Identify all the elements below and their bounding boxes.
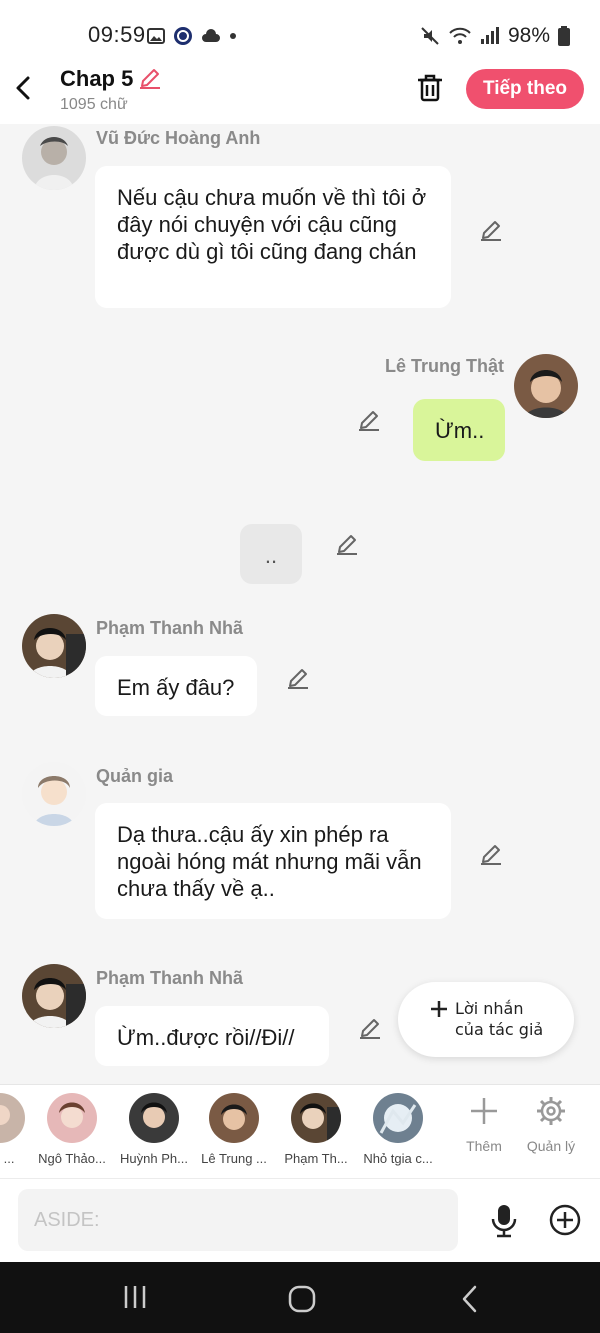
edit-message-icon[interactable] xyxy=(357,408,381,432)
plus-icon xyxy=(471,1098,497,1124)
character-item[interactable]: Nhỏ tgia c... xyxy=(358,1093,438,1166)
avatar-le-trung-that[interactable] xyxy=(514,354,578,418)
message-bubble[interactable]: Ừm..được rồi//Đi// xyxy=(95,1006,329,1066)
add-character-button[interactable]: Thêm xyxy=(449,1095,519,1154)
author-note-label-line2: của tác giả xyxy=(455,1020,544,1039)
avatar-quan-gia[interactable] xyxy=(22,762,86,826)
avatar-pham-thanh-nha[interactable] xyxy=(22,964,86,1028)
narration-bubble[interactable]: .. xyxy=(240,524,302,584)
recent-apps-icon[interactable] xyxy=(122,1284,148,1310)
author-note-label-line1: Lời nhắn xyxy=(455,999,524,1018)
home-icon[interactable] xyxy=(287,1284,317,1314)
character-avatar xyxy=(373,1093,423,1143)
plus-icon xyxy=(431,1001,447,1017)
sender-name: Vũ Đức Hoàng Anh xyxy=(96,128,261,148)
add-character-label: Thêm xyxy=(466,1138,502,1154)
trash-icon[interactable] xyxy=(416,72,444,102)
gallery-icon xyxy=(147,28,165,44)
back-arrow-icon[interactable] xyxy=(12,72,36,104)
author-note-button[interactable]: Lời nhắn của tác giả xyxy=(398,982,574,1057)
character-item[interactable]: Phạm Th... xyxy=(276,1093,356,1166)
character-name: Ngô Thảo... xyxy=(38,1151,106,1166)
status-notification-icons xyxy=(147,26,237,46)
avatar-pham-thanh-nha[interactable] xyxy=(22,614,86,678)
sender-name: Phạm Thanh Nhã xyxy=(96,618,244,638)
chat-area[interactable]: Vũ Đức Hoàng Anh Nếu cậu chưa muốn về th… xyxy=(0,124,600,1084)
cloud-icon xyxy=(202,29,220,42)
sender-name: Phạm Thanh Nhã xyxy=(96,968,244,988)
character-avatar xyxy=(291,1093,341,1143)
wifi-icon xyxy=(449,27,471,44)
edit-message-icon[interactable] xyxy=(358,1016,382,1040)
character-avatar xyxy=(0,1093,25,1143)
mute-icon xyxy=(421,27,439,45)
message-bubble[interactable]: Nếu cậu chưa muốn về thì tôi ở đây nói c… xyxy=(95,166,451,308)
system-navigation-bar xyxy=(0,1262,600,1333)
character-name: Nhỏ tgia c... xyxy=(363,1151,433,1166)
edit-message-icon[interactable] xyxy=(286,666,310,690)
message-input-area xyxy=(0,1178,600,1262)
character-item[interactable]: Ngô Thảo... xyxy=(32,1093,112,1166)
dot-icon xyxy=(230,33,236,39)
manage-characters-label: Quản lý xyxy=(526,1138,576,1154)
chapter-header: Chap 5 1095 chữ Tiếp theo xyxy=(0,58,600,124)
manage-characters-button[interactable]: Quản lý xyxy=(516,1095,586,1154)
add-circle-icon[interactable] xyxy=(548,1203,582,1237)
chapter-title[interactable]: Chap 5 xyxy=(60,66,133,92)
character-avatar xyxy=(129,1093,179,1143)
microphone-icon[interactable] xyxy=(490,1203,518,1239)
gear-icon xyxy=(537,1097,565,1125)
word-count: 1095 chữ xyxy=(60,96,128,113)
character-name: Huỳnh Ph... xyxy=(120,1151,188,1166)
pencil-edit-icon[interactable] xyxy=(138,66,162,90)
edit-message-icon[interactable] xyxy=(335,532,359,556)
message-bubble-mine[interactable]: Ừm.. xyxy=(413,399,505,461)
character-name: Phạm Th... xyxy=(284,1151,348,1166)
back-nav-icon[interactable] xyxy=(458,1284,482,1314)
character-item[interactable]: Lê Trung ... xyxy=(194,1093,274,1166)
battery-percent: 98% xyxy=(507,24,550,47)
character-avatar xyxy=(209,1093,259,1143)
character-avatar xyxy=(47,1093,97,1143)
message-bubble[interactable]: Em ấy đâu? xyxy=(95,656,257,716)
aside-input[interactable] xyxy=(18,1189,458,1251)
edit-message-icon[interactable] xyxy=(479,218,503,242)
avatar-vu-duc-hoang-anh[interactable] xyxy=(22,126,86,190)
status-system-icons: 98% xyxy=(420,24,570,48)
character-item[interactable]: Huỳnh Ph... xyxy=(114,1093,194,1166)
character-name: Lê Trung ... xyxy=(201,1151,267,1166)
status-time: 09:59 xyxy=(88,22,146,47)
sender-name: Lê Trung Thật xyxy=(385,356,504,376)
edit-message-icon[interactable] xyxy=(479,842,503,866)
signal-icon xyxy=(480,27,499,44)
app-logo-icon xyxy=(174,27,192,45)
battery-icon xyxy=(558,26,570,46)
character-bar: Lê ... Ngô Thảo... Huỳnh Ph... Lê Trung … xyxy=(0,1084,600,1178)
message-bubble[interactable]: Dạ thưa..cậu ấy xin phép ra ngoài hóng m… xyxy=(95,803,451,919)
sender-name: Quản gia xyxy=(96,766,174,786)
next-button[interactable]: Tiếp theo xyxy=(466,69,584,109)
